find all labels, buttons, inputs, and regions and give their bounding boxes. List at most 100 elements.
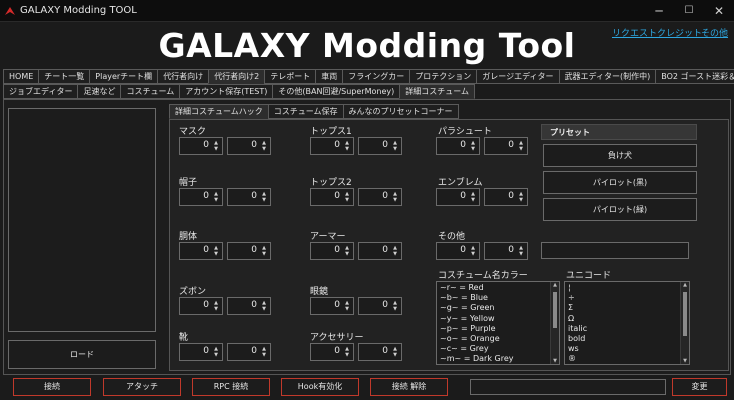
main-tab-4[interactable]: 代行者向け2 <box>208 69 266 84</box>
scroll-thumb[interactable] <box>553 292 557 328</box>
main-tab-3[interactable]: 代行者向け <box>157 69 210 84</box>
tops2-value-2-spinner[interactable]: 0 ▲ ▼ <box>358 188 402 206</box>
other-value-2-spinner[interactable]: 0 ▲ ▼ <box>484 242 528 260</box>
inner-tab-2[interactable]: みんなのプリセットコーナー <box>342 104 459 119</box>
inner-tab-1[interactable]: コスチューム保存 <box>267 104 344 119</box>
pants-value-2-spinner[interactable]: 0 ▲ ▼ <box>227 297 271 315</box>
color-list-item[interactable]: ~m~ = Dark Grey <box>437 354 559 364</box>
spinner-arrows-icon[interactable]: ▲ ▼ <box>212 245 220 257</box>
sub-tab-2[interactable]: コスチューム <box>120 84 181 99</box>
parachute-value-2-spinner[interactable]: 0 ▲ ▼ <box>484 137 528 155</box>
armor-value-2-spinner[interactable]: 0 ▲ ▼ <box>358 242 402 260</box>
hat-value-1-spinner[interactable]: 0 ▲ ▼ <box>179 188 223 206</box>
spinner-arrows-icon[interactable]: ▲ ▼ <box>517 191 525 203</box>
color-list-item[interactable]: ~c~ = Grey <box>437 344 559 354</box>
main-tab-7[interactable]: フライングカー <box>342 69 411 84</box>
unicode-list-item[interactable]: Ω <box>565 314 689 324</box>
other-text-input[interactable] <box>541 242 689 259</box>
spinner-arrows-icon[interactable]: ▲ ▼ <box>343 245 351 257</box>
main-tab-11[interactable]: BO2 ゴースト迷彩＆クラス <box>655 69 734 84</box>
minimize-button[interactable]: ─ <box>644 0 674 22</box>
main-tab-9[interactable]: ガレージエディター <box>476 69 560 84</box>
tops2-value-1-spinner[interactable]: 0 ▲ ▼ <box>310 188 354 206</box>
connect-button[interactable]: 接続 <box>13 378 91 396</box>
hat-value-2-spinner[interactable]: 0 ▲ ▼ <box>227 188 271 206</box>
shoes-value-1-spinner[interactable]: 0 ▲ ▼ <box>179 343 223 361</box>
spinner-arrows-icon[interactable]: ▲ ▼ <box>469 245 477 257</box>
rpc-connect-button[interactable]: RPC 接続 <box>192 378 270 396</box>
status-text-input[interactable] <box>470 379 666 395</box>
unicode-list-item[interactable]: ® <box>565 354 689 364</box>
preset-button-pilot-black[interactable]: パイロット(黒) <box>543 171 697 194</box>
main-tab-1[interactable]: チート一覧 <box>38 69 91 84</box>
spinner-arrows-icon[interactable]: ▲ ▼ <box>343 300 351 312</box>
unicode-list[interactable]: ¦ ÷ Σ Ωitalic bold ws ® ▲ ▼ <box>564 281 690 365</box>
torso-value-2-spinner[interactable]: 0 ▲ ▼ <box>227 242 271 260</box>
spinner-arrows-icon[interactable]: ▲ ▼ <box>517 245 525 257</box>
main-tab-6[interactable]: 車両 <box>315 69 344 84</box>
scroll-down-icon[interactable]: ▼ <box>681 358 689 364</box>
color-list-item[interactable]: ~y~ = Yellow <box>437 314 559 324</box>
pants-value-1-spinner[interactable]: 0 ▲ ▼ <box>179 297 223 315</box>
sub-tab-0[interactable]: ジョブエディター <box>3 84 79 99</box>
link-other[interactable]: その他 <box>701 26 728 39</box>
load-button[interactable]: ロード <box>8 340 156 369</box>
unicode-list-item[interactable]: ¦ <box>565 283 689 293</box>
emblem-value-2-spinner[interactable]: 0 ▲ ▼ <box>484 188 528 206</box>
unicode-list-item[interactable]: italic <box>565 324 689 334</box>
spinner-arrows-icon[interactable]: ▲ ▼ <box>469 191 477 203</box>
accessory-value-1-spinner[interactable]: 0 ▲ ▼ <box>310 343 354 361</box>
armor-value-1-spinner[interactable]: 0 ▲ ▼ <box>310 242 354 260</box>
unicode-list-item[interactable]: Σ <box>565 303 689 313</box>
spinner-arrows-icon[interactable]: ▲ ▼ <box>391 140 399 152</box>
spinner-arrows-icon[interactable]: ▲ ▼ <box>260 300 268 312</box>
color-list-item[interactable]: ~o~ = Orange <box>437 334 559 344</box>
costume-list-panel[interactable] <box>8 108 156 332</box>
sub-tab-4[interactable]: その他(BAN回避/SuperMoney) <box>272 84 401 99</box>
preset-button-loser[interactable]: 負け犬 <box>543 144 697 167</box>
sub-tab-1[interactable]: 足速など <box>77 84 122 99</box>
torso-value-1-spinner[interactable]: 0 ▲ ▼ <box>179 242 223 260</box>
main-tab-10[interactable]: 武器エディター(制作中) <box>558 69 657 84</box>
scroll-up-icon[interactable]: ▲ <box>551 282 559 288</box>
spinner-arrows-icon[interactable]: ▲ ▼ <box>517 140 525 152</box>
parachute-value-1-spinner[interactable]: 0 ▲ ▼ <box>436 137 480 155</box>
attach-button[interactable]: アタッチ <box>103 378 181 396</box>
main-tab-8[interactable]: プロテクション <box>409 69 478 84</box>
color-list-item[interactable]: ~b~ = Blue <box>437 293 559 303</box>
shoes-value-2-spinner[interactable]: 0 ▲ ▼ <box>227 343 271 361</box>
glasses-value-1-spinner[interactable]: 0 ▲ ▼ <box>310 297 354 315</box>
spinner-arrows-icon[interactable]: ▲ ▼ <box>391 191 399 203</box>
spinner-arrows-icon[interactable]: ▲ ▼ <box>260 346 268 358</box>
maximize-button[interactable]: ☐ <box>674 0 704 22</box>
spinner-arrows-icon[interactable]: ▲ ▼ <box>260 140 268 152</box>
color-list-item[interactable]: ~g~ = Green <box>437 303 559 313</box>
sub-tab-5[interactable]: 詳細コスチューム <box>399 84 475 99</box>
tops1-value-2-spinner[interactable]: 0 ▲ ▼ <box>358 137 402 155</box>
main-tab-5[interactable]: テレポート <box>264 69 317 84</box>
spinner-arrows-icon[interactable]: ▲ ▼ <box>212 140 220 152</box>
unicode-list-item[interactable]: ws <box>565 344 689 354</box>
spinner-arrows-icon[interactable]: ▲ ▼ <box>469 140 477 152</box>
hook-enable-button[interactable]: Hook有効化 <box>281 378 359 396</box>
close-button[interactable]: ✕ <box>704 0 734 22</box>
scroll-down-icon[interactable]: ▼ <box>551 358 559 364</box>
sub-tab-3[interactable]: アカウント保存(TEST) <box>179 84 274 99</box>
spinner-arrows-icon[interactable]: ▲ ▼ <box>391 346 399 358</box>
color-list-scrollbar[interactable]: ▲ ▼ <box>550 282 559 364</box>
scroll-thumb[interactable] <box>683 292 687 336</box>
link-request[interactable]: リクエスト <box>612 26 657 39</box>
spinner-arrows-icon[interactable]: ▲ ▼ <box>260 245 268 257</box>
unicode-list-scrollbar[interactable]: ▲ ▼ <box>680 282 689 364</box>
color-list-item[interactable]: ~p~ = Purple <box>437 324 559 334</box>
glasses-value-2-spinner[interactable]: 0 ▲ ▼ <box>358 297 402 315</box>
accessory-value-2-spinner[interactable]: 0 ▲ ▼ <box>358 343 402 361</box>
scroll-up-icon[interactable]: ▲ <box>681 282 689 288</box>
spinner-arrows-icon[interactable]: ▲ ▼ <box>212 300 220 312</box>
mask-value-1-spinner[interactable]: 0 ▲ ▼ <box>179 137 223 155</box>
main-tab-2[interactable]: Playerチート欄 <box>89 69 159 84</box>
spinner-arrows-icon[interactable]: ▲ ▼ <box>260 191 268 203</box>
spinner-arrows-icon[interactable]: ▲ ▼ <box>343 346 351 358</box>
link-credit[interactable]: クレジット <box>657 26 702 39</box>
color-list[interactable]: ~r~ = Red ~b~ = Blue ~g~ = Green ~y~ = Yell… <box>436 281 560 365</box>
